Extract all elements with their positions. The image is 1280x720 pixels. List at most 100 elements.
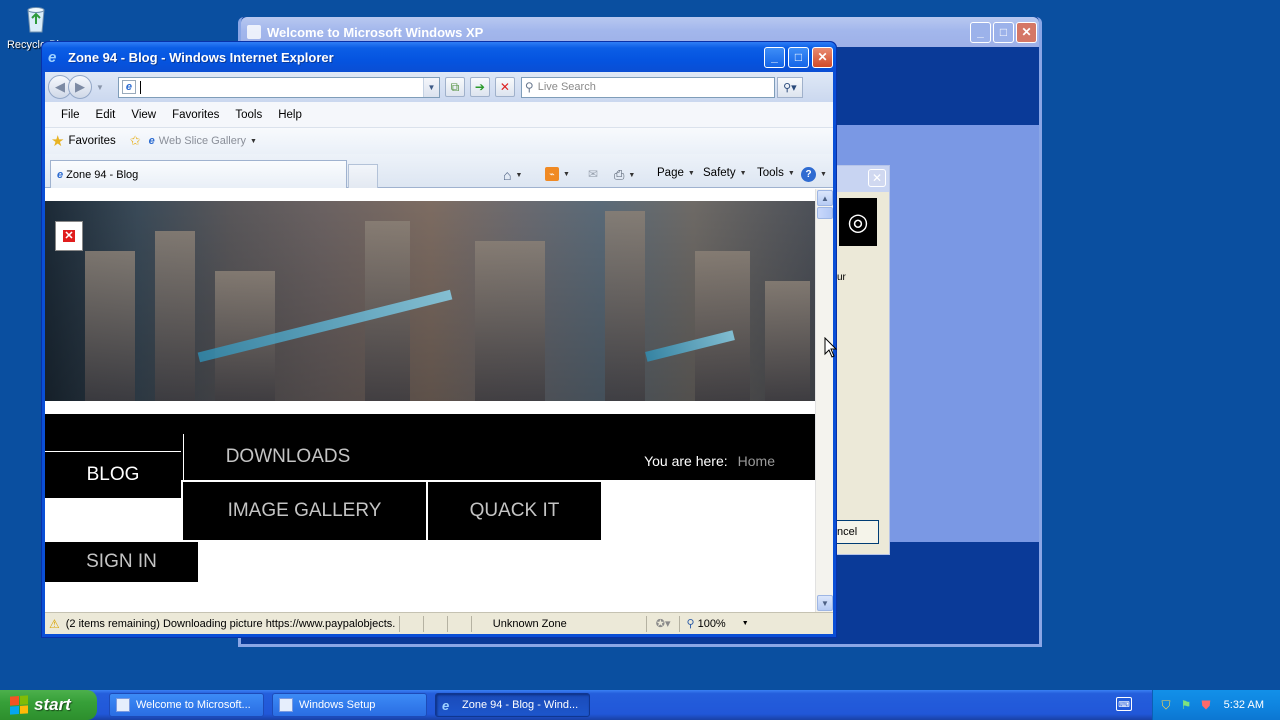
chevron-down-icon: ▼ — [739, 169, 747, 177]
welcome-window-title: Welcome to Microsoft Windows XP — [267, 24, 484, 40]
taskbar-item-label: Windows Setup — [299, 699, 376, 711]
taskbar-item-welcome[interactable]: Welcome to Microsoft... — [109, 693, 264, 717]
chevron-down-icon: ▼ — [687, 169, 695, 177]
tab-label: Zone 94 - Blog — [66, 168, 139, 181]
zoom-icon: ⚲ — [686, 618, 695, 630]
tools-menu-label: Tools — [757, 167, 784, 179]
menu-tools[interactable]: Tools — [227, 109, 270, 121]
ie-titlebar[interactable]: e Zone 94 - Blog - Windows Internet Expl… — [42, 42, 836, 72]
recent-pages-dropdown[interactable]: ▼ — [96, 83, 104, 92]
new-tab-button[interactable] — [348, 164, 378, 188]
favorites-bar: ★ Favorites ✩ e Web Slice Gallery ▼ — [45, 128, 833, 154]
breadcrumb-label: You are here: — [644, 453, 728, 469]
close-button[interactable]: ✕ — [1016, 21, 1037, 43]
minimize-button[interactable]: _ — [970, 21, 991, 43]
taskbar-item-windows-setup[interactable]: Windows Setup — [272, 693, 427, 717]
search-button[interactable]: ⚲▾ — [776, 76, 803, 98]
recycle-bin-icon — [19, 2, 53, 36]
compatibility-view-button[interactable]: ⧉ — [444, 77, 465, 97]
address-bar[interactable]: e ▼ — [117, 76, 440, 98]
security-shield-icon[interactable]: ⛉ — [1159, 698, 1173, 712]
breadcrumb-home-link[interactable]: Home — [738, 453, 775, 469]
search-input[interactable]: ⚲ Live Search — [520, 76, 775, 98]
start-label: start — [34, 695, 71, 714]
print-button[interactable]: ⎙ ▼ — [614, 167, 635, 183]
tab-row: e Zone 94 - Blog ⌂ ▼ ⌁ ▼ ✉ ⎙ ▼ Page ▼ Safety… — [45, 154, 833, 188]
cd-icon: ◎ — [839, 198, 877, 246]
zoom-level[interactable]: 100% — [698, 618, 726, 630]
setup-dialog-titlebar[interactable]: ✕ — [835, 166, 889, 192]
nav-blog[interactable]: BLOG — [45, 452, 181, 498]
text-caret — [139, 80, 141, 94]
keyboard-icon[interactable]: ⌨ — [1116, 697, 1132, 711]
chevron-down-icon: ▼ — [250, 137, 257, 145]
search-icon: ⚲ — [524, 80, 534, 94]
nav-quack-it[interactable]: QUACK IT — [428, 482, 601, 540]
close-icon[interactable]: ✕ — [868, 169, 886, 187]
page-icon: e — [121, 80, 136, 94]
start-button[interactable]: start — [0, 690, 97, 720]
nav-image-gallery[interactable]: IMAGE GALLERY — [183, 482, 426, 540]
search-placeholder: Live Search — [537, 81, 596, 93]
ie-window: e Zone 94 - Blog - Windows Internet Expl… — [41, 41, 837, 638]
minimize-button[interactable]: _ — [764, 46, 785, 68]
network-icon[interactable]: ⚑ — [1179, 698, 1193, 712]
clock[interactable]: 5:32 AM — [1224, 699, 1264, 711]
protected-mode-icon[interactable]: ✪▾ — [656, 617, 671, 630]
scrollbar-thumb[interactable] — [817, 207, 833, 219]
home-button[interactable]: ⌂ ▼ — [503, 167, 522, 183]
banner-tower — [475, 241, 545, 401]
cancel-button[interactable]: ncel — [835, 520, 879, 544]
taskbar-item-label: Zone 94 - Blog - Wind... — [462, 699, 579, 711]
taskbar: start Welcome to Microsoft... Windows Se… — [0, 690, 1280, 720]
chevron-down-icon[interactable]: ▼ — [563, 171, 570, 178]
page-menu-button[interactable]: Page ▼ — [657, 167, 695, 179]
taskbar-item-ie[interactable]: e Zone 94 - Blog - Wind... — [435, 693, 590, 717]
chevron-down-icon[interactable]: ▼ — [820, 171, 827, 178]
chevron-down-icon[interactable]: ▼ — [742, 620, 749, 627]
menu-view[interactable]: View — [123, 109, 164, 121]
warning-icon[interactable]: ⚠ — [49, 617, 60, 631]
menu-favorites[interactable]: Favorites — [164, 109, 227, 121]
nav-sign-in[interactable]: SIGN IN — [45, 542, 198, 582]
stop-button[interactable]: ✕ — [494, 77, 515, 97]
vertical-scrollbar[interactable]: ▲ ▼ — [815, 189, 833, 612]
favorites-button[interactable]: Favorites — [68, 135, 115, 147]
page-menu-label: Page — [657, 167, 684, 179]
status-separator — [398, 615, 400, 632]
help-button[interactable]: ? ▼ — [801, 167, 827, 182]
web-slice-gallery-link[interactable]: e Web Slice Gallery ▼ — [149, 135, 257, 147]
maximize-button[interactable]: □ — [993, 21, 1014, 43]
header-banner-image: ✕ — [45, 201, 815, 401]
ie-page-icon: e — [57, 168, 64, 181]
menu-help[interactable]: Help — [270, 109, 310, 121]
ie-logo-icon: e — [442, 697, 450, 713]
favorites-star-icon[interactable]: ★ — [51, 132, 64, 150]
scroll-up-button[interactable]: ▲ — [817, 190, 833, 206]
nav-downloads[interactable]: DOWNLOADS — [183, 434, 392, 480]
security-zone[interactable]: Unknown Zone — [493, 618, 643, 630]
scroll-down-button[interactable]: ▼ — [817, 595, 833, 611]
menu-file[interactable]: File — [53, 109, 88, 121]
forward-button[interactable]: ▶ — [68, 75, 92, 99]
close-button[interactable]: ✕ — [812, 46, 833, 68]
feeds-button[interactable]: ⌁ ▼ — [545, 167, 570, 181]
menu-edit[interactable]: Edit — [88, 109, 124, 121]
rss-feed-icon: ⌁ — [545, 167, 559, 181]
add-to-favorites-icon[interactable]: ✩ — [130, 133, 141, 149]
ie-window-title: Zone 94 - Blog - Windows Internet Explor… — [68, 49, 334, 65]
address-dropdown-button[interactable]: ▼ — [422, 77, 439, 97]
tab-zone94-blog[interactable]: e Zone 94 - Blog — [50, 160, 347, 188]
safety-menu-button[interactable]: Safety ▼ — [703, 167, 747, 179]
banner-tower — [605, 211, 645, 401]
status-bar: ⚠ (2 items remaining) Downloading pictur… — [45, 612, 833, 634]
go-button[interactable]: ➔ — [469, 77, 490, 97]
security-alert-icon[interactable]: ⛊ — [1199, 698, 1213, 712]
read-mail-button[interactable]: ✉ — [588, 167, 598, 181]
chevron-down-icon[interactable]: ▼ — [515, 172, 522, 179]
banner-tower — [695, 251, 750, 401]
tools-menu-button[interactable]: Tools ▼ — [757, 167, 795, 179]
maximize-button[interactable]: □ — [788, 46, 809, 68]
breadcrumb: You are here: Home — [644, 453, 775, 469]
chevron-down-icon[interactable]: ▼ — [628, 172, 635, 179]
